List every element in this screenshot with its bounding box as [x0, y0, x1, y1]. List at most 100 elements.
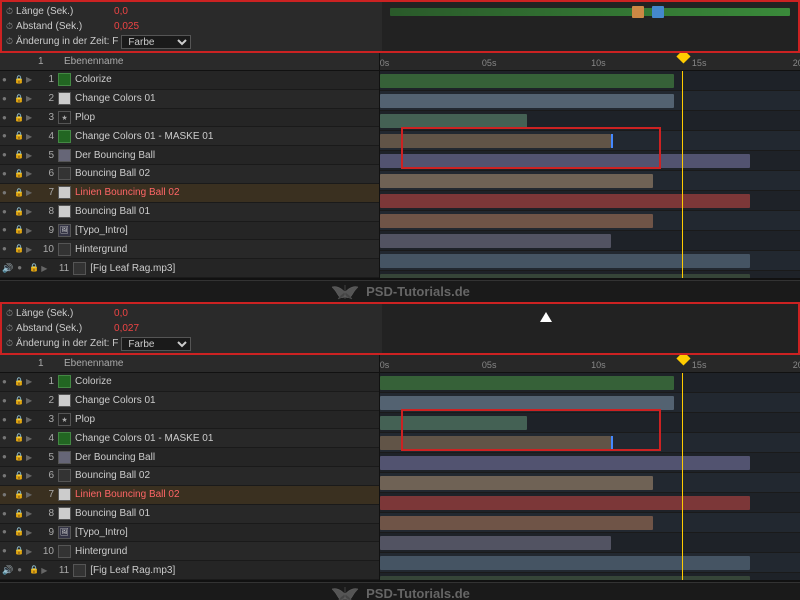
- lock-button[interactable]: 🔒: [14, 131, 24, 141]
- layer-row[interactable]: ●🔒▶4Change Colors 01 - MASKE 01: [0, 429, 379, 448]
- expand-button[interactable]: ▶: [26, 528, 34, 537]
- expand-button[interactable]: ▶: [41, 264, 49, 273]
- layer-row[interactable]: ●🔒▶3★Plop: [0, 109, 379, 128]
- expand-button[interactable]: ▶: [26, 132, 34, 141]
- track-block[interactable]: [380, 416, 527, 430]
- layer-row[interactable]: ●🔒▶2Change Colors 01: [0, 90, 379, 109]
- track-block[interactable]: [380, 436, 611, 450]
- layer-row[interactable]: ●🔒▶6Bouncing Ball 02: [0, 165, 379, 184]
- track-block[interactable]: [380, 576, 750, 580]
- eye-button[interactable]: ●: [2, 546, 12, 556]
- eye-button[interactable]: ●: [2, 150, 12, 160]
- layer-row[interactable]: ●🔒▶7Linien Bouncing Ball 02: [0, 486, 379, 505]
- eye-button[interactable]: ●: [17, 263, 27, 273]
- lock-button[interactable]: 🔒: [29, 565, 39, 575]
- layer-row[interactable]: 🔊●🔒▶11[Fig Leaf Rag.mp3]: [0, 259, 379, 278]
- expand-button[interactable]: ▶: [26, 377, 34, 386]
- lock-button[interactable]: 🔒: [14, 415, 24, 425]
- track-block[interactable]: [380, 134, 611, 148]
- eye-button[interactable]: ●: [2, 471, 12, 481]
- track-block[interactable]: [380, 194, 750, 208]
- track-block[interactable]: [380, 174, 653, 188]
- layer-row[interactable]: ●🔒▶1Colorize: [0, 71, 379, 90]
- lock-button[interactable]: 🔒: [14, 377, 24, 387]
- lock-button[interactable]: 🔒: [14, 169, 24, 179]
- expand-button[interactable]: ▶: [26, 188, 34, 197]
- track-block[interactable]: [380, 556, 750, 570]
- layer-row[interactable]: ●🔒▶5Der Bouncing Ball: [0, 448, 379, 467]
- eye-button[interactable]: ●: [2, 415, 12, 425]
- eye-button[interactable]: ●: [2, 169, 12, 179]
- eye-button[interactable]: ●: [2, 490, 12, 500]
- lock-button[interactable]: 🔒: [14, 207, 24, 217]
- lock-button[interactable]: 🔒: [14, 396, 24, 406]
- layer-row[interactable]: ●🔒▶8Bouncing Ball 01: [0, 203, 379, 222]
- eye-button[interactable]: ●: [2, 527, 12, 537]
- layer-row[interactable]: ●🔒▶1Colorize: [0, 373, 379, 392]
- eye-button[interactable]: ●: [2, 188, 12, 198]
- eye-button[interactable]: ●: [2, 452, 12, 462]
- layer-row[interactable]: ●🔒▶8Bouncing Ball 01: [0, 505, 379, 524]
- eye-button[interactable]: ●: [2, 509, 12, 519]
- lock-button[interactable]: 🔒: [14, 150, 24, 160]
- layer-row[interactable]: 🔊●🔒▶11[Fig Leaf Rag.mp3]: [0, 561, 379, 580]
- layer-row[interactable]: ●🔒▶10Hintergrund: [0, 240, 379, 259]
- lock-button[interactable]: 🔒: [14, 75, 24, 85]
- layer-row[interactable]: ●🔒▶2Change Colors 01: [0, 392, 379, 411]
- playhead-marker[interactable]: [677, 355, 691, 366]
- aenderung-select[interactable]: Farbe: [121, 35, 191, 49]
- layer-row[interactable]: ●🔒▶7Linien Bouncing Ball 02: [0, 184, 379, 203]
- track-block[interactable]: [380, 114, 527, 128]
- track-block[interactable]: [380, 234, 611, 248]
- eye-button[interactable]: ●: [2, 207, 12, 217]
- track-block[interactable]: [380, 476, 653, 490]
- layer-row[interactable]: ●🔒▶3★Plop: [0, 411, 379, 430]
- track-block[interactable]: [380, 516, 653, 530]
- lock-button[interactable]: 🔒: [14, 509, 24, 519]
- layer-row[interactable]: ●🔒▶10Hintergrund: [0, 542, 379, 561]
- expand-button[interactable]: ▶: [26, 94, 34, 103]
- lock-button[interactable]: 🔒: [14, 490, 24, 500]
- expand-button[interactable]: ▶: [26, 434, 34, 443]
- expand-button[interactable]: ▶: [26, 509, 34, 518]
- eye-button[interactable]: ●: [2, 94, 12, 104]
- track-block[interactable]: [380, 74, 674, 88]
- expand-button[interactable]: ▶: [26, 396, 34, 405]
- layer-row[interactable]: ●🔒▶4Change Colors 01 - MASKE 01: [0, 127, 379, 146]
- track-block[interactable]: [380, 214, 653, 228]
- eye-button[interactable]: ●: [2, 396, 12, 406]
- lock-button[interactable]: 🔒: [14, 113, 24, 123]
- eye-button[interactable]: ●: [2, 433, 12, 443]
- lock-button[interactable]: 🔒: [14, 452, 24, 462]
- track-block[interactable]: [380, 536, 611, 550]
- eye-button[interactable]: ●: [2, 131, 12, 141]
- expand-button[interactable]: ▶: [26, 151, 34, 160]
- expand-button[interactable]: ▶: [26, 226, 34, 235]
- lock-button[interactable]: 🔒: [14, 527, 24, 537]
- expand-button[interactable]: ▶: [26, 113, 34, 122]
- lock-button[interactable]: 🔒: [14, 471, 24, 481]
- track-block[interactable]: [380, 456, 750, 470]
- expand-button[interactable]: ▶: [26, 245, 34, 254]
- lock-button[interactable]: 🔒: [14, 94, 24, 104]
- track-block[interactable]: [380, 376, 674, 390]
- playhead-marker[interactable]: [677, 53, 691, 64]
- lock-button[interactable]: 🔒: [14, 433, 24, 443]
- expand-button[interactable]: ▶: [26, 490, 34, 499]
- lock-button[interactable]: 🔒: [14, 225, 24, 235]
- expand-button[interactable]: ▶: [41, 566, 49, 575]
- track-block[interactable]: [380, 254, 750, 268]
- lock-button[interactable]: 🔒: [29, 263, 39, 273]
- track-block[interactable]: [380, 154, 750, 168]
- layer-row[interactable]: ●🔒▶5Der Bouncing Ball: [0, 146, 379, 165]
- track-block[interactable]: [380, 396, 674, 410]
- layer-row[interactable]: ●🔒▶6Bouncing Ball 02: [0, 467, 379, 486]
- aenderung-select[interactable]: Farbe: [121, 337, 191, 351]
- lock-button[interactable]: 🔒: [14, 188, 24, 198]
- eye-button[interactable]: ●: [17, 565, 27, 575]
- expand-button[interactable]: ▶: [26, 471, 34, 480]
- layer-row[interactable]: ●🔒▶9🖼[Typo_Intro]: [0, 222, 379, 241]
- lock-button[interactable]: 🔒: [14, 244, 24, 254]
- expand-button[interactable]: ▶: [26, 169, 34, 178]
- eye-button[interactable]: ●: [2, 377, 12, 387]
